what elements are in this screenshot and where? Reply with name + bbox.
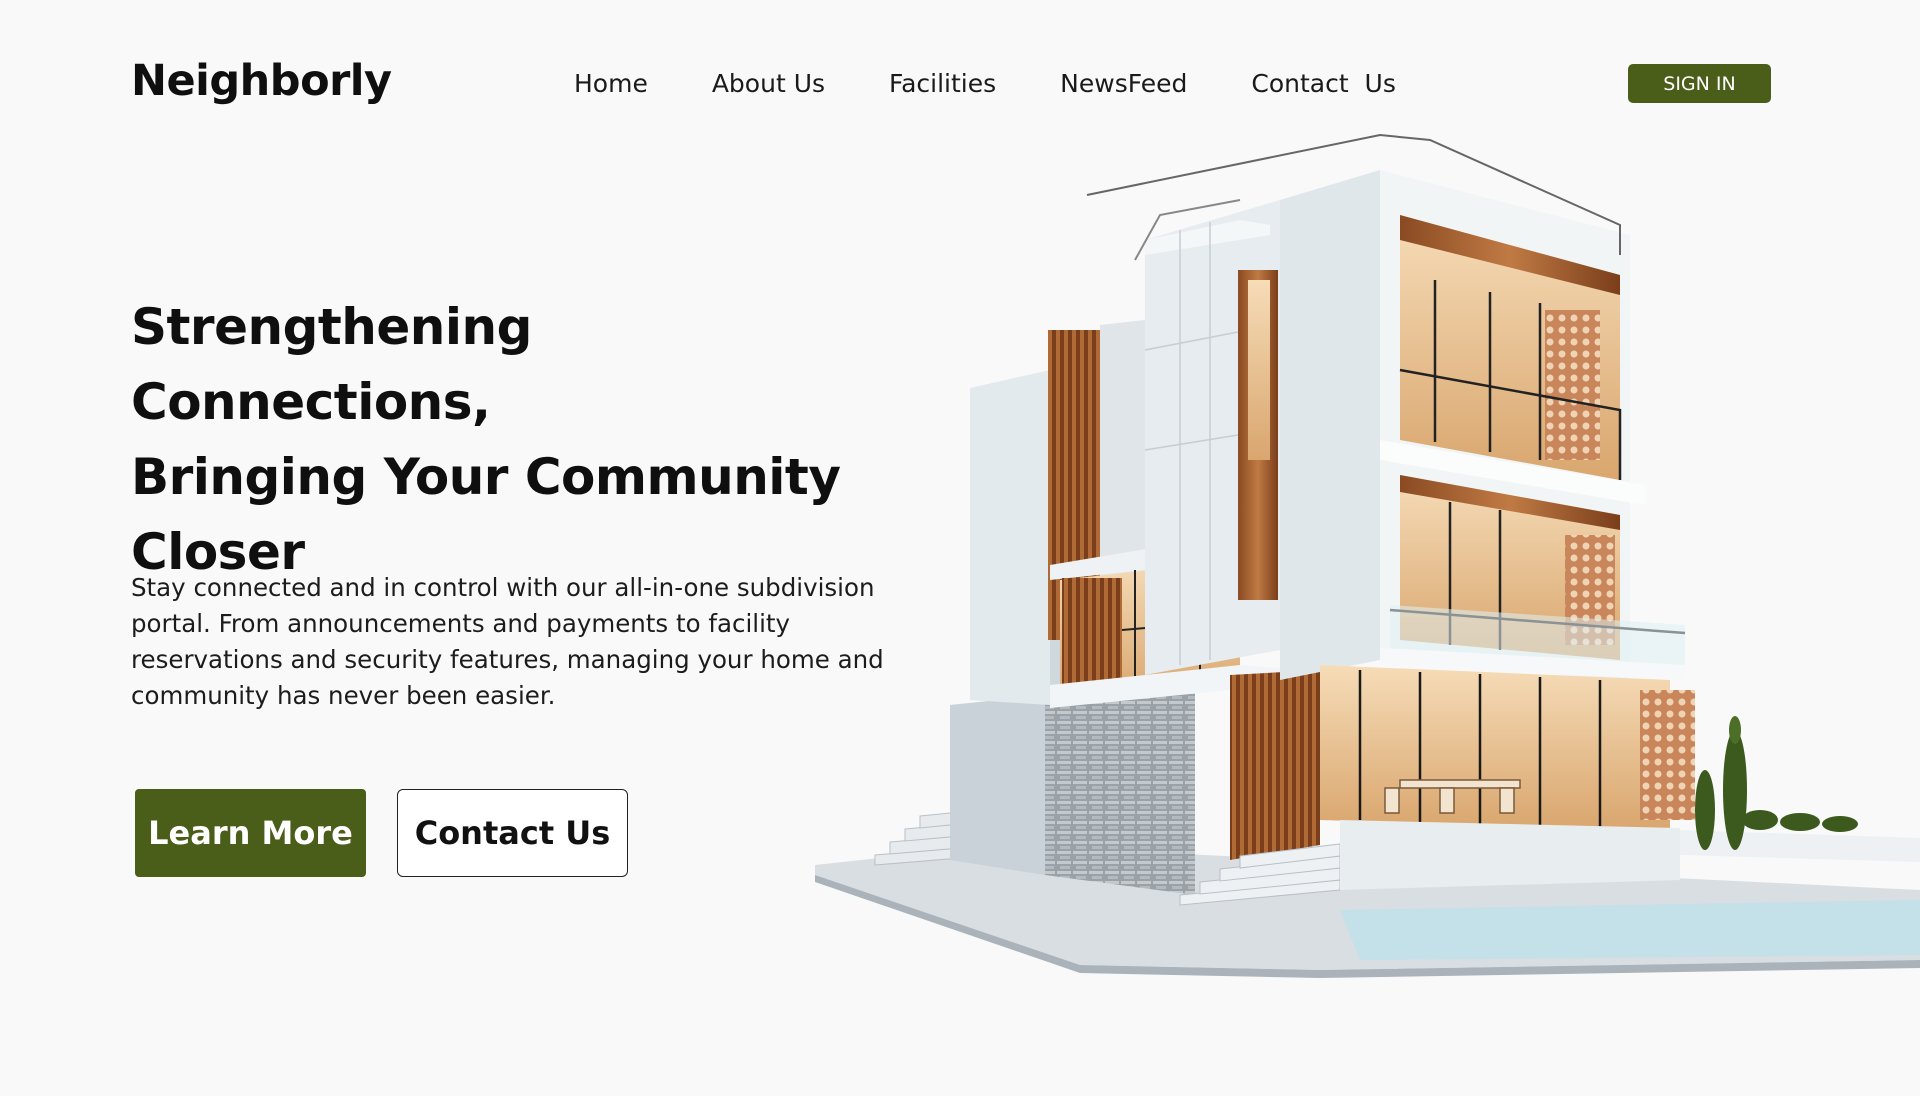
building-illustration <box>815 133 1920 978</box>
nav-facilities[interactable]: Facilities <box>889 69 996 98</box>
brand-logo[interactable]: Neighborly <box>131 56 392 106</box>
hero-headline-line-1: Strengthening Connections, <box>131 298 532 431</box>
contact-us-button[interactable]: Contact Us <box>397 789 628 877</box>
nav-contact-us[interactable]: Contact Us <box>1251 69 1395 98</box>
hero-headline: Strengthening Connections, Bringing Your… <box>131 290 891 590</box>
learn-more-button[interactable]: Learn More <box>135 789 366 877</box>
main-nav: Home About Us Facilities NewsFeed Contac… <box>574 67 1396 99</box>
nav-home[interactable]: Home <box>574 69 648 98</box>
sign-in-button[interactable]: SIGN IN <box>1628 64 1771 103</box>
hero-description: Stay connected and in control with our a… <box>131 573 884 710</box>
nav-newsfeed[interactable]: NewsFeed <box>1060 69 1187 98</box>
hero-headline-line-2: Bringing Your Community <box>131 448 841 506</box>
nav-about-us[interactable]: About Us <box>712 69 825 98</box>
